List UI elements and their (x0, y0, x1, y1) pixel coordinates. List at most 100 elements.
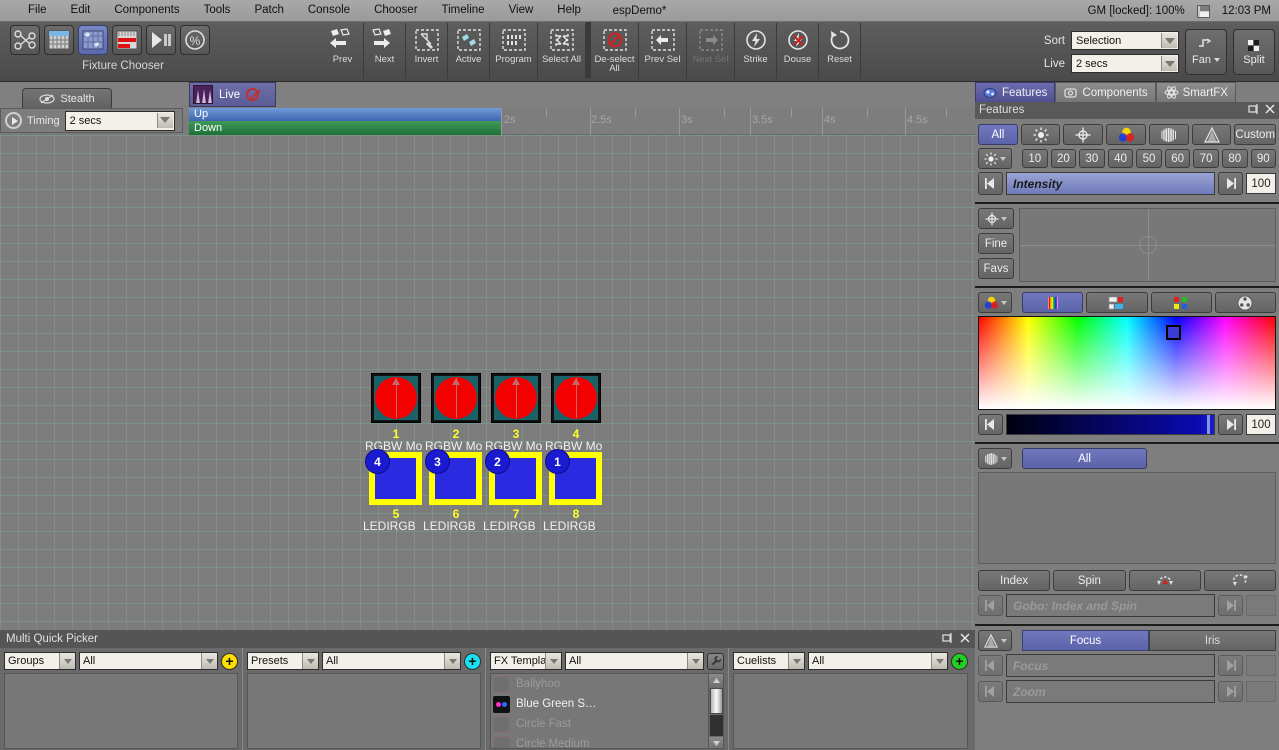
zoom-min-button[interactable] (978, 681, 1003, 702)
tab-features[interactable]: Features (975, 82, 1055, 102)
color-min-button[interactable] (978, 414, 1003, 435)
position-pad[interactable] (1019, 208, 1276, 282)
menu-timeline[interactable]: Timeline (430, 0, 497, 21)
color-cursor[interactable] (1166, 325, 1181, 340)
filter-custom-button[interactable]: Custom (1234, 124, 1276, 145)
menu-console[interactable]: Console (296, 0, 362, 21)
spreadsheet-icon[interactable] (44, 25, 74, 55)
gobo-index-button[interactable]: Index (978, 570, 1050, 591)
save-icon[interactable] (1197, 5, 1210, 18)
chevron-down-icon[interactable] (788, 653, 804, 669)
color-grid-picker-button[interactable] (1151, 292, 1212, 313)
color-wheel-picker-button[interactable] (1215, 292, 1276, 313)
color-brightness-slider[interactable] (1006, 414, 1215, 435)
gobo-slider[interactable]: Gobo: Index and Spin (1006, 594, 1215, 617)
fixture-mover-3[interactable] (491, 373, 541, 423)
gobo-rotate-ccw-button[interactable] (1204, 570, 1276, 591)
chevron-down-icon[interactable] (1001, 301, 1007, 305)
menu-chooser[interactable]: Chooser (362, 0, 429, 21)
fx-templates-list[interactable]: Ballyhoo Blue Green S… Circle Fast (490, 673, 724, 749)
prev-sel-button[interactable]: Prev Sel (639, 23, 687, 79)
fade-down-bar[interactable]: Down (189, 121, 501, 135)
next-sel-button[interactable]: Next Sel (687, 23, 735, 79)
intensity-40-button[interactable]: 40 (1108, 149, 1134, 168)
beam-dropdown-button[interactable] (978, 448, 1012, 469)
menu-components[interactable]: Components (102, 0, 191, 21)
color-dropdown-button[interactable] (978, 292, 1012, 313)
fx-settings-button[interactable] (707, 653, 724, 670)
intensity-80-button[interactable]: 80 (1222, 149, 1248, 168)
timeline-ruler[interactable]: 2s 2.5s 3s 3.5s 4s 4.5s (501, 108, 975, 135)
live-tab[interactable]: Live (189, 82, 276, 107)
color-gradient-picker-button[interactable] (1022, 292, 1083, 313)
fixture-mover-4[interactable] (551, 373, 601, 423)
add-group-button[interactable]: + (221, 653, 238, 670)
beam-list[interactable] (978, 472, 1276, 564)
chevron-down-icon[interactable] (59, 653, 75, 669)
chevron-down-icon[interactable] (302, 653, 318, 669)
color-swatch-picker-button[interactable] (1086, 292, 1147, 313)
filter-color-button[interactable] (1106, 124, 1146, 145)
pin-icon[interactable] (1247, 103, 1259, 115)
chevron-down-icon[interactable] (1001, 457, 1007, 461)
gobo-min-button[interactable] (978, 595, 1003, 616)
color-picker-gradient[interactable] (978, 316, 1276, 410)
chevron-down-icon[interactable] (201, 653, 217, 669)
groups-list[interactable] (4, 673, 238, 749)
zoom-max-button[interactable] (1218, 681, 1243, 702)
focus-max-button[interactable] (1218, 655, 1243, 676)
cuelists-type-select[interactable]: Cuelists (733, 652, 805, 670)
focus-min-button[interactable] (978, 655, 1003, 676)
chevron-down-icon[interactable] (157, 113, 173, 128)
prev-button[interactable]: Prev (322, 23, 364, 79)
focus-tab[interactable]: Focus (1022, 630, 1149, 651)
intensity-60-button[interactable]: 60 (1165, 149, 1191, 168)
scrollbar-thumb[interactable] (710, 688, 723, 714)
groups-type-select[interactable]: Groups (4, 652, 76, 670)
deselect-all-button[interactable]: De-select All (591, 23, 639, 79)
reset-button[interactable]: Reset (819, 23, 861, 79)
tab-components[interactable]: Components (1055, 82, 1155, 102)
chevron-down-icon[interactable] (444, 653, 460, 669)
focus-slider[interactable]: Focus (1006, 654, 1215, 677)
chevron-down-icon[interactable] (1000, 157, 1006, 161)
intensity-max-button[interactable] (1218, 172, 1243, 195)
add-cuelist-button[interactable]: + (951, 653, 968, 670)
color-max-button[interactable] (1218, 414, 1243, 435)
intensity-min-button[interactable] (978, 172, 1003, 195)
close-icon[interactable] (1264, 103, 1276, 115)
douse-button[interactable]: Douse (777, 23, 819, 79)
position-favs-button[interactable]: Favs (978, 258, 1014, 279)
program-button[interactable]: Program (490, 23, 538, 79)
list-item[interactable]: Circle Fast (491, 714, 723, 734)
intensity-value[interactable]: 100 (1246, 173, 1276, 194)
split-button[interactable]: Split (1233, 29, 1275, 75)
list-item[interactable]: Ballyhoo (491, 674, 723, 694)
menu-patch[interactable]: Patch (242, 0, 295, 21)
invert-button[interactable]: Invert (406, 23, 448, 79)
position-dropdown-button[interactable] (978, 208, 1014, 229)
presets-filter-select[interactable]: All (322, 652, 461, 670)
zoom-value[interactable] (1246, 681, 1276, 702)
iris-tab[interactable]: Iris (1149, 630, 1276, 651)
sort-select[interactable]: Selection (1071, 31, 1179, 50)
add-preset-button[interactable]: + (464, 653, 481, 670)
intensity-10-button[interactable]: 10 (1022, 149, 1048, 168)
fan-button[interactable]: Fan (1185, 29, 1227, 75)
play-icon[interactable] (5, 112, 22, 129)
faders-icon[interactable] (112, 25, 142, 55)
fx-list-scrollbar[interactable] (708, 674, 723, 749)
layout-canvas[interactable]: 1 2 3 4 RGBW Mo RGBW Mo RGBW Mo RGBW Mo … (0, 135, 975, 680)
gobo-spin-button[interactable]: Spin (1053, 570, 1125, 591)
live-select[interactable]: 2 secs (1071, 54, 1179, 73)
menu-edit[interactable]: Edit (59, 0, 103, 21)
zoom-slider[interactable]: Zoom (1006, 680, 1215, 703)
chevron-down-icon[interactable] (545, 653, 561, 669)
filter-position-button[interactable] (1063, 124, 1103, 145)
color-value[interactable]: 100 (1246, 414, 1276, 435)
filter-beam-button[interactable] (1149, 124, 1189, 145)
chevron-down-icon[interactable] (1161, 33, 1177, 48)
chevron-down-icon[interactable] (931, 653, 947, 669)
cuelists-filter-select[interactable]: All (808, 652, 948, 670)
blocked-icon[interactable] (246, 88, 259, 101)
